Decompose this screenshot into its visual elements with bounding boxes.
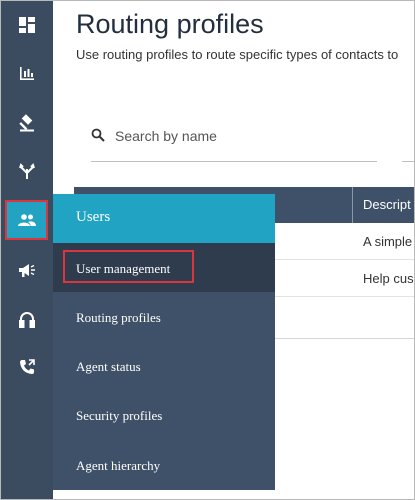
column-header-description[interactable]: Descript bbox=[352, 187, 414, 223]
metrics-icon bbox=[19, 65, 35, 81]
menu-item-security-profiles[interactable]: Security profiles bbox=[53, 391, 275, 440]
rail-dashboard[interactable] bbox=[1, 1, 53, 49]
search-input[interactable] bbox=[115, 123, 365, 149]
users-icon bbox=[17, 214, 36, 226]
nav-rail bbox=[1, 1, 53, 499]
menu-item-label: User management bbox=[76, 261, 171, 276]
page-title: Routing profiles bbox=[76, 9, 264, 39]
rail-routing[interactable] bbox=[1, 99, 53, 147]
search-icon bbox=[91, 128, 105, 147]
routing-icon bbox=[18, 114, 36, 132]
headset-icon bbox=[19, 311, 35, 329]
phone-icon bbox=[19, 359, 35, 375]
menu-item-agent-status[interactable]: Agent status bbox=[53, 341, 275, 390]
filter-field[interactable] bbox=[402, 161, 414, 162]
rail-channels[interactable] bbox=[1, 246, 53, 294]
menu-item-label: Security profiles bbox=[76, 408, 163, 423]
table-cell-description: Help cus bbox=[363, 271, 414, 286]
menu-item-routing-profiles[interactable]: Routing profiles bbox=[53, 292, 275, 341]
menu-item-label: Agent hierarchy bbox=[76, 458, 161, 473]
rail-users[interactable] bbox=[5, 200, 48, 240]
search-box[interactable] bbox=[91, 123, 377, 162]
users-flyout-menu: Users User management Routing profiles A… bbox=[53, 194, 275, 490]
page-subtitle: Use routing profiles to route specific t… bbox=[76, 47, 399, 62]
rail-contact-control[interactable] bbox=[1, 296, 53, 344]
flyout-title: Users bbox=[76, 209, 111, 225]
menu-item-user-management[interactable]: User management bbox=[53, 243, 275, 292]
menu-item-label: Agent status bbox=[76, 359, 141, 374]
rail-phone[interactable] bbox=[1, 343, 53, 391]
flows-icon bbox=[19, 162, 35, 180]
menu-item-agent-hierarchy[interactable]: Agent hierarchy bbox=[53, 440, 275, 489]
table-cell-description: A simple bbox=[363, 234, 413, 249]
megaphone-icon bbox=[18, 262, 36, 278]
rail-flows[interactable] bbox=[1, 147, 53, 195]
rail-metrics[interactable] bbox=[1, 49, 53, 97]
app-window: Routing profiles Use routing profiles to… bbox=[0, 0, 415, 500]
flyout-header: Users bbox=[53, 194, 275, 243]
menu-item-label: Routing profiles bbox=[76, 310, 161, 325]
dashboard-icon bbox=[19, 17, 35, 33]
